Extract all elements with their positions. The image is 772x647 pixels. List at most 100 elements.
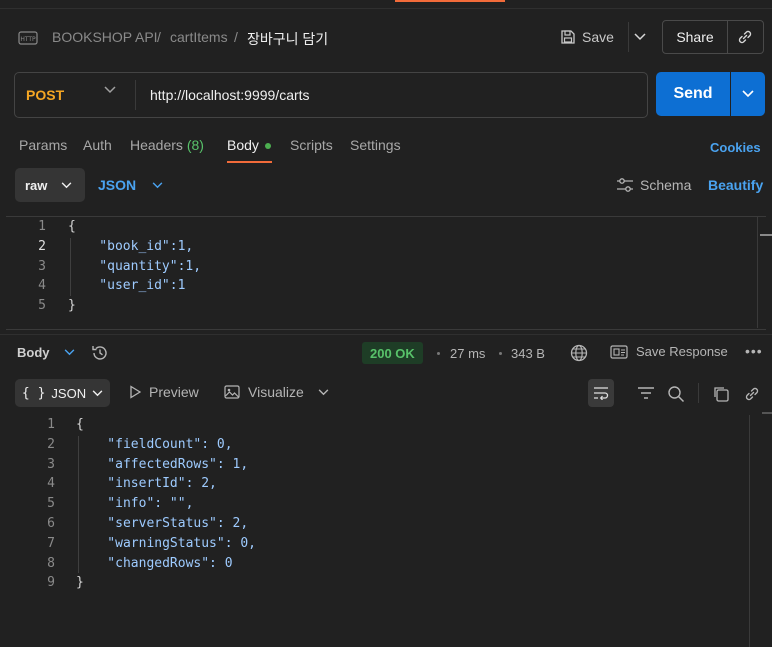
code-line: }	[76, 575, 84, 591]
tab-headers[interactable]: Headers (8)	[130, 137, 204, 153]
chevron-down-icon	[152, 181, 163, 189]
tab-auth[interactable]: Auth	[83, 137, 112, 153]
braces-icon: { }	[21, 385, 46, 401]
code-line: "user_id":1	[68, 278, 186, 294]
send-button[interactable]: Send	[656, 72, 730, 116]
wrap-lines-button[interactable]	[588, 379, 614, 407]
chevron-down-icon	[92, 389, 103, 397]
response-section-label: Body	[17, 345, 50, 360]
code-line: "quantity":1,	[68, 258, 202, 274]
visualize-button[interactable]: Visualize	[224, 384, 329, 400]
response-section-select[interactable]: Body	[17, 345, 75, 360]
chevron-down-icon	[742, 90, 754, 98]
line-number: 1	[38, 219, 46, 234]
preview-button[interactable]: Preview	[129, 384, 199, 400]
save-response-button[interactable]: Save Response	[610, 344, 728, 359]
line-number: 2	[47, 436, 55, 452]
tab-scripts[interactable]: Scripts	[290, 137, 333, 153]
code-line: "info": "",	[76, 496, 194, 512]
tab-strip-divider	[0, 8, 772, 9]
body-mode-select[interactable]: raw	[15, 168, 85, 202]
body-language-select[interactable]: JSON	[98, 177, 163, 193]
save-options-dropdown[interactable]	[628, 22, 651, 52]
url-input[interactable]: http://localhost:9999/carts	[150, 87, 310, 103]
breadcrumb-folder[interactable]: cartItems	[170, 29, 228, 45]
link-icon	[736, 28, 754, 46]
code-line: {	[76, 417, 84, 432]
code-line: "affectedRows": 1,	[76, 456, 249, 472]
body-language-label: JSON	[98, 177, 137, 193]
chevron-down-icon	[318, 388, 329, 396]
send-options-dropdown[interactable]	[731, 72, 765, 116]
request-line-numbers: 1 2 3 4 5	[10, 217, 46, 316]
code-line: "changedRows": 0	[76, 555, 233, 571]
body-mode-label: raw	[25, 177, 48, 193]
filter-icon[interactable]	[637, 385, 655, 401]
tab-body[interactable]: Body	[227, 137, 271, 153]
meta-separator	[499, 352, 502, 355]
response-editor-scrollbar[interactable]	[749, 415, 750, 647]
line-number: 3	[38, 258, 46, 274]
breadcrumb-request-name[interactable]: 장바구니 담기	[247, 29, 328, 49]
status-badge[interactable]: 200 OK	[362, 342, 423, 364]
image-icon	[224, 385, 240, 399]
beautify-button[interactable]: Beautify	[708, 177, 763, 193]
breadcrumb-collection[interactable]: BOOKSHOP API	[52, 29, 158, 45]
cookies-link[interactable]: Cookies	[710, 140, 761, 155]
tab-headers-label: Headers	[130, 137, 183, 153]
history-icon[interactable]	[90, 343, 110, 363]
chevron-down-icon[interactable]	[104, 86, 116, 94]
response-divider	[0, 334, 772, 335]
breadcrumb-separator: /	[157, 29, 161, 45]
save-response-icon	[610, 344, 628, 359]
search-icon[interactable]	[667, 385, 685, 403]
request-url-bar	[14, 72, 648, 118]
body-set-indicator	[264, 143, 271, 150]
globe-icon[interactable]	[570, 344, 588, 362]
copy-link-button[interactable]	[727, 20, 764, 54]
code-line: "fieldCount": 0,	[76, 436, 233, 452]
schema-button[interactable]: Schema	[616, 177, 691, 193]
svg-text:HTTP: HTTP	[20, 36, 36, 43]
play-icon	[129, 385, 141, 399]
save-button[interactable]: Save	[560, 22, 624, 52]
http-request-icon: HTTP	[18, 28, 38, 48]
copy-icon[interactable]	[712, 385, 730, 403]
chevron-down-icon	[64, 349, 75, 356]
share-button[interactable]: Share	[662, 20, 728, 54]
line-number: 3	[47, 456, 55, 472]
breadcrumb-separator: /	[234, 29, 238, 45]
preview-label: Preview	[149, 384, 199, 400]
response-size[interactable]: 343 B	[511, 346, 545, 361]
code-line: }	[68, 298, 76, 314]
response-code[interactable]: { "fieldCount": 0, "affectedRows": 1, "i…	[76, 415, 256, 593]
request-editor-scrollbar[interactable]	[757, 216, 758, 328]
link-icon[interactable]	[743, 385, 761, 403]
tab-body-underline	[227, 161, 272, 163]
line-number: 1	[47, 417, 55, 432]
code-line: {	[68, 219, 76, 234]
line-number: 4	[47, 476, 55, 492]
response-format-label: JSON	[51, 385, 87, 401]
more-options-icon[interactable]: •••	[745, 343, 763, 359]
tab-settings[interactable]: Settings	[350, 137, 401, 153]
line-number: 7	[47, 535, 55, 551]
wrap-lines-icon	[592, 386, 610, 400]
url-divider	[135, 80, 136, 110]
code-line: "book_id":1,	[68, 238, 194, 254]
save-response-label: Save Response	[636, 344, 728, 359]
response-format-select[interactable]: { } JSON	[15, 379, 110, 407]
request-editor-scroll-thumb[interactable]	[760, 234, 772, 236]
save-icon	[560, 29, 576, 45]
method-select[interactable]: POST	[26, 87, 64, 103]
line-number: 4	[38, 278, 46, 294]
tab-body-label: Body	[227, 137, 259, 153]
line-number: 5	[47, 496, 55, 512]
tab-params[interactable]: Params	[19, 137, 67, 153]
response-time[interactable]: 27 ms	[450, 346, 485, 361]
code-line: "warningStatus": 0,	[76, 535, 257, 551]
headers-count: (8)	[186, 137, 204, 153]
response-scroll-thumb[interactable]	[762, 412, 772, 414]
code-line: "insertId": 2,	[76, 476, 217, 492]
line-number: 9	[47, 575, 55, 591]
